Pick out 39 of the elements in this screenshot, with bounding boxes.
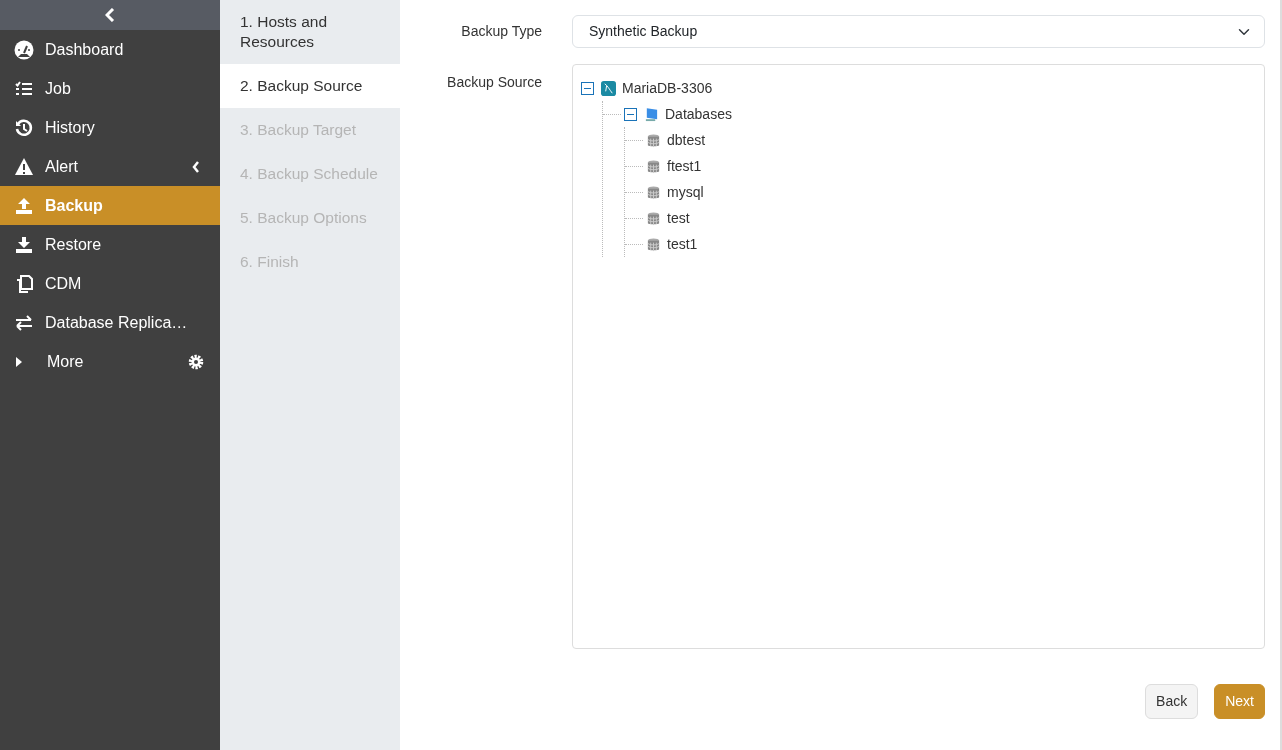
field-label: Backup Type — [460, 22, 543, 41]
sidebar-item[interactable]: Dashboard — [0, 30, 220, 69]
field-label: Backup Source — [446, 73, 543, 92]
sidebar-item[interactable]: History — [0, 108, 220, 147]
sidebar-item[interactable]: Restore — [0, 225, 220, 264]
settings-icon[interactable] — [188, 354, 204, 370]
upload-icon — [14, 195, 34, 216]
database-icon — [646, 210, 661, 226]
download-icon — [14, 234, 34, 255]
tree-node-label[interactable]: test1 — [667, 233, 698, 255]
monitor-icon — [644, 106, 659, 122]
swap-arrows-icon — [14, 312, 34, 333]
wizard-step-tab[interactable]: 1. Hosts and Resources — [220, 0, 400, 64]
sidebar-item[interactable]: Alert — [0, 147, 220, 186]
history-icon — [14, 117, 34, 138]
collapse-chevron-icon[interactable] — [105, 8, 115, 22]
collapse-toggle[interactable] — [581, 81, 594, 95]
database-icon — [646, 236, 661, 252]
tree-node-label[interactable]: Databases — [665, 103, 732, 125]
database-icon — [646, 158, 661, 174]
sidebar-item[interactable]: Database Replica… — [0, 303, 220, 342]
backup-type-select[interactable]: Synthetic Backup — [572, 15, 1265, 48]
tree-node-label[interactable]: MariaDB-3306 — [622, 77, 713, 99]
copy-icon — [14, 273, 34, 294]
warning-icon — [14, 156, 34, 177]
collapse-toggle[interactable] — [624, 107, 637, 121]
tree-node-label[interactable]: dbtest — [667, 129, 706, 151]
tree-node-label[interactable]: ftest1 — [667, 155, 702, 177]
back-button[interactable]: Back — [1145, 684, 1199, 719]
sidebar-item[interactable]: More — [0, 342, 220, 381]
tree-node-label[interactable]: test — [667, 207, 690, 229]
database-icon — [646, 184, 661, 200]
database-server-icon — [601, 80, 616, 96]
sidebar-item[interactable]: CDM — [0, 264, 220, 303]
wizard-step-tab[interactable]: 2. Backup Source — [220, 64, 400, 108]
gauge-icon — [14, 39, 34, 60]
sidebar-item[interactable]: Job — [0, 69, 220, 108]
tree-node-label[interactable]: mysql — [667, 181, 704, 203]
database-icon — [646, 132, 661, 148]
